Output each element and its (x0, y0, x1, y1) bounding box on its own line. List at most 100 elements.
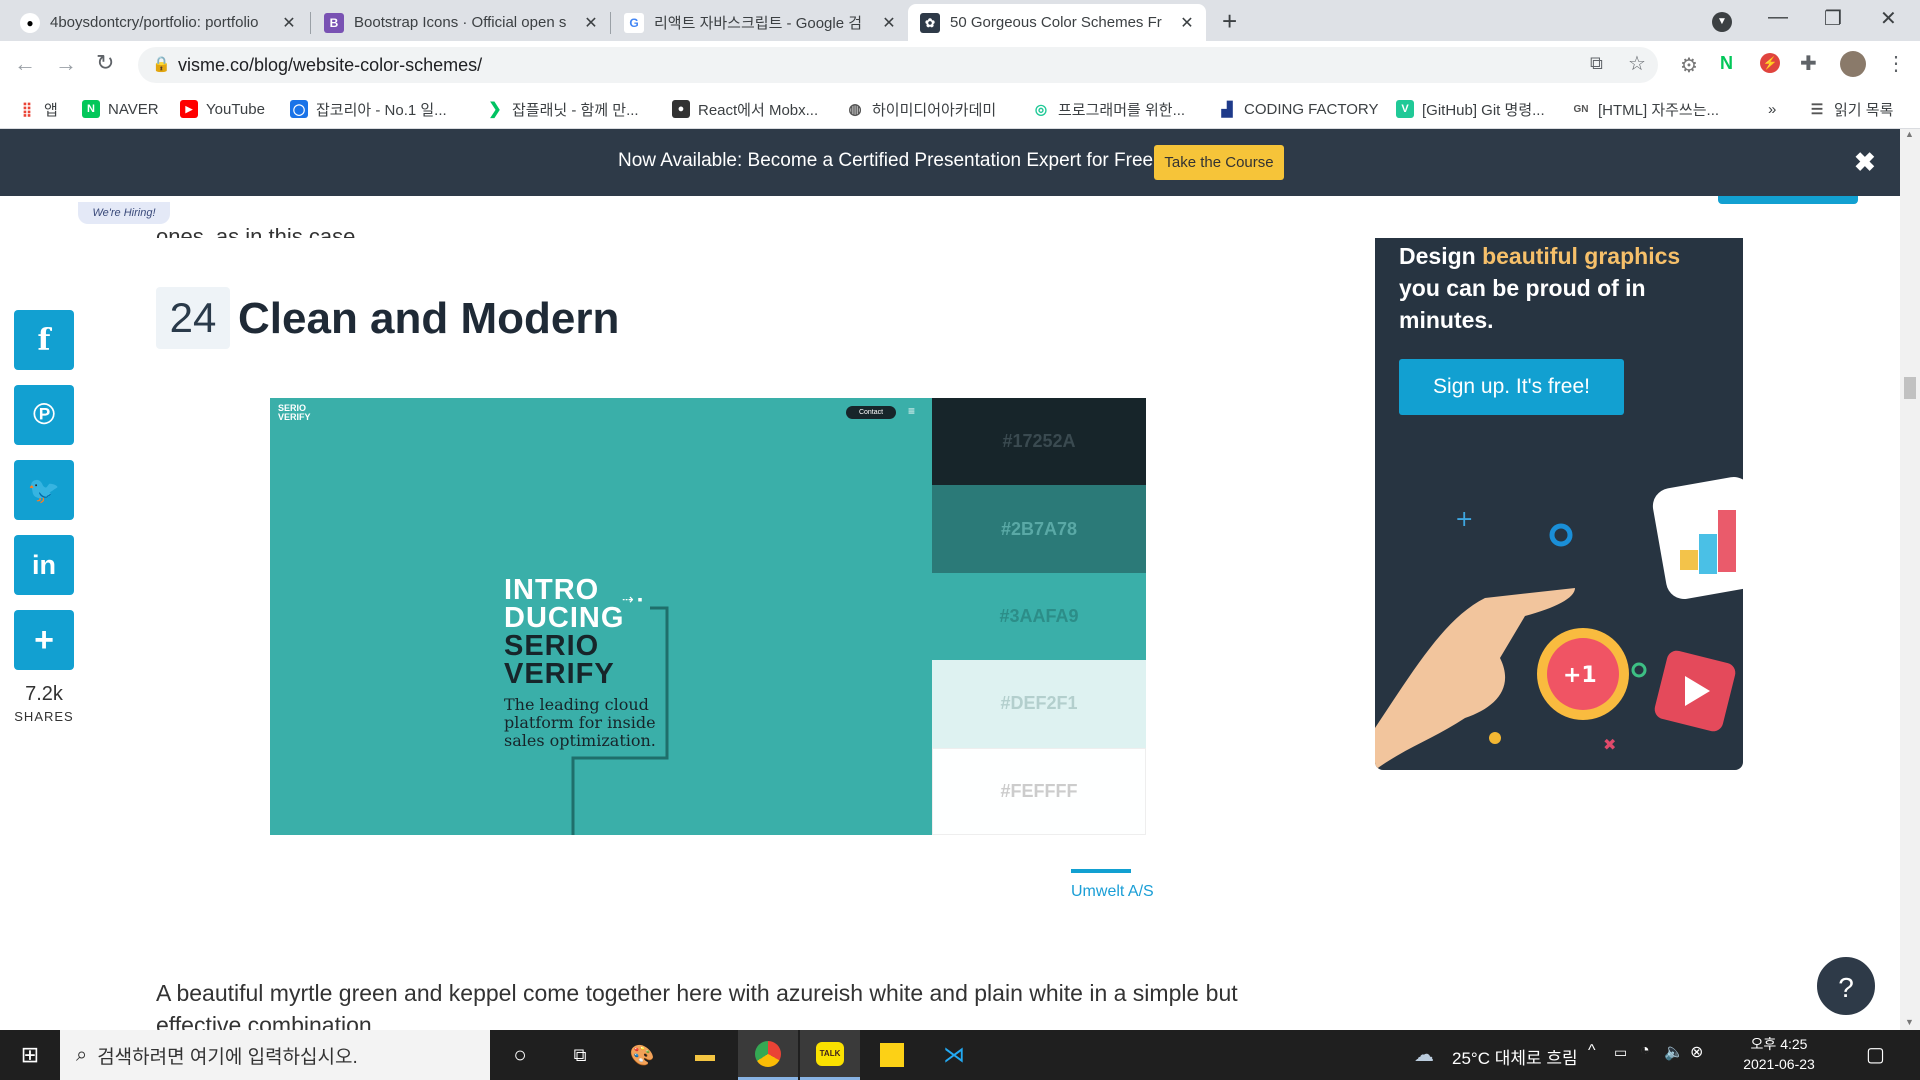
task-view-icon: ⧉ (573, 1044, 587, 1065)
bookmark-codingfactory[interactable]: ▟ CODING FACTORY (1218, 97, 1378, 121)
swatch: #DEF2F1 (932, 660, 1146, 748)
hero-image: SERIO VERIFY Contact ≡ INTRO DUCING SERI… (270, 398, 932, 835)
ad-headline-text: Design (1399, 243, 1483, 269)
share-more-button[interactable]: + (14, 610, 74, 670)
tray-chevron-icon[interactable]: ^ (1588, 1042, 1596, 1060)
bookmark-github-git[interactable]: V [GitHub] Git 명령... (1396, 97, 1545, 121)
apps-icon: ⣿ (18, 100, 36, 118)
bookmark-label: 읽기 목록 (1834, 101, 1894, 119)
bookmark-naver[interactable]: N NAVER (82, 97, 159, 121)
back-button[interactable]: ← (14, 51, 36, 77)
new-tab-button[interactable]: + (1222, 6, 1237, 37)
bookmark-jobplanet[interactable]: ❯ 잡플래닛 - 함께 만... (486, 97, 639, 121)
help-button[interactable]: ? (1815, 955, 1877, 1017)
scroll-down-icon[interactable]: ▼ (1905, 1017, 1914, 1027)
bookmark-programmers[interactable]: ◎ 프로그래머를 위한... (1032, 97, 1185, 121)
svg-text:+1: +1 (1563, 663, 1597, 688)
close-icon[interactable]: ✕ (880, 13, 898, 33)
section-title: Clean and Modern (238, 294, 620, 343)
tab-visme[interactable]: ✿ 50 Gorgeous Color Schemes Fr ✕ (908, 4, 1206, 41)
start-button[interactable]: ⊞ (0, 1030, 60, 1080)
menu-icon[interactable]: ⋮ (1886, 51, 1906, 76)
naver-ext-icon[interactable]: N (1720, 53, 1733, 74)
lock-icon: 🔒 (152, 56, 171, 73)
file-explorer-icon: ▬ (695, 1043, 715, 1066)
clock-date[interactable]: 2021-06-23 (1724, 1056, 1834, 1072)
swatch: #17252A (932, 398, 1146, 486)
swatch-hex: #FEFFFF (1000, 780, 1078, 801)
tab-separator (610, 12, 611, 34)
forward-button[interactable]: → (55, 51, 77, 77)
extension-icon[interactable]: ⚙ (1680, 53, 1698, 78)
bookmark-label: 잡코리아 - No.1 일... (316, 101, 447, 119)
share-facebook-button[interactable]: f (14, 310, 74, 370)
taskbar-app[interactable] (862, 1030, 922, 1080)
bookmark-youtube[interactable]: ▶ YouTube (180, 97, 265, 121)
weather-text[interactable]: 25°C 대체로 흐림 (1452, 1044, 1578, 1069)
sticky-notes-icon (880, 1043, 904, 1067)
window-close-button[interactable]: ✕ (1880, 6, 1897, 31)
task-view-button[interactable]: ⧉ (550, 1030, 610, 1080)
bookmark-label: CODING FACTORY (1244, 100, 1379, 118)
bookmark-html[interactable]: GN [HTML] 자주쓰는... (1572, 97, 1719, 121)
reading-list[interactable]: ☰ 읽기 목록 (1808, 97, 1893, 121)
image-credit-link[interactable]: Umwelt A/S (1071, 883, 1154, 901)
bookmark-label: 잡플래닛 - 함께 만... (512, 101, 639, 119)
ext-red-icon[interactable]: ⚡ (1760, 53, 1780, 73)
share-linkedin-button[interactable]: in (14, 535, 74, 595)
battery-icon[interactable]: ▭ (1614, 1044, 1627, 1061)
hiring-tab[interactable]: We're Hiring! (78, 202, 170, 224)
reload-button[interactable]: ↻ (96, 50, 114, 76)
banner-text: Now Available: Become a Certified Presen… (618, 150, 1154, 171)
close-icon[interactable]: ✕ (280, 13, 298, 33)
avatar[interactable] (1840, 51, 1866, 77)
svg-text:+: + (1455, 507, 1473, 532)
bookmark-star-icon[interactable]: ☆ (1628, 51, 1646, 76)
tab-search-icon[interactable]: ▼ (1712, 12, 1732, 32)
taskbar-search-box[interactable]: ⌕ 검색하려면 여기에 입력하십시오. (60, 1030, 490, 1080)
tab-title: 리액트 자바스크립트 - Google 검 (654, 15, 863, 32)
tab-github[interactable]: ● 4boysdontcry/portfolio: portfolio ✕ (8, 4, 308, 41)
clock-time[interactable]: 오후 4:25 (1724, 1034, 1834, 1054)
youtube-icon: ▶ (180, 100, 198, 118)
taskbar-app-chrome[interactable] (738, 1030, 798, 1080)
signup-button[interactable]: Sign up. It's free! (1399, 359, 1624, 415)
cortana-button[interactable]: ○ (490, 1030, 550, 1080)
facebook-icon: f (37, 322, 51, 358)
restore-button[interactable]: ❐ (1824, 6, 1842, 31)
taskbar-app[interactable]: ⋊ (924, 1030, 984, 1080)
close-icon[interactable]: ✕ (582, 13, 600, 33)
taskbar-app[interactable]: 🎨 (612, 1030, 672, 1080)
bookmark-apps[interactable]: ⣿ 앱 (18, 97, 58, 121)
take-course-button[interactable]: Take the Course (1154, 145, 1284, 180)
minimize-button[interactable]: — (1768, 6, 1788, 29)
tab-bootstrap[interactable]: B Bootstrap Icons · Official open s ✕ (312, 4, 610, 41)
bookmark-himedia[interactable]: ◍ 하이미디어아카데미 (846, 97, 996, 121)
close-icon[interactable]: ✖ (1854, 147, 1876, 178)
translate-icon[interactable]: ⧉ (1590, 53, 1603, 74)
bookmark-jobkorea[interactable]: ◯ 잡코리아 - No.1 일... (290, 97, 447, 121)
page-viewport: ones, as in this case. Now Available: Be… (0, 129, 1900, 1030)
tab-google[interactable]: G 리액트 자바스크립트 - Google 검 ✕ (612, 4, 908, 41)
announcement-banner: Now Available: Become a Certified Presen… (0, 129, 1900, 196)
scroll-up-icon[interactable]: ▲ (1905, 129, 1914, 139)
taskbar-app-kakaotalk[interactable]: TALK (800, 1030, 860, 1080)
cortana-icon: ○ (513, 1042, 527, 1067)
puzzle-icon[interactable]: ✚ (1800, 51, 1817, 76)
taskbar-app[interactable]: ▬ (675, 1030, 735, 1080)
no-network-icon[interactable]: ⊗ (1690, 1042, 1703, 1062)
ad-headline: Design beautiful graphics you can be pro… (1399, 240, 1719, 336)
sidebar-ad: Design beautiful graphics you can be pro… (1375, 238, 1743, 770)
paint-icon: 🎨 (629, 1044, 655, 1067)
share-pinterest-button[interactable]: ℗ (14, 385, 74, 445)
scrollbar[interactable]: ▲ ▼ (1900, 129, 1920, 1030)
notification-icon[interactable]: ▢ (1866, 1042, 1885, 1067)
close-icon[interactable]: ✕ (1178, 13, 1196, 33)
volume-icon[interactable]: 🔈 (1664, 1042, 1684, 1062)
bookmarks-overflow[interactable]: » (1768, 97, 1776, 121)
share-twitter-button[interactable]: 🐦 (14, 460, 74, 520)
address-bar[interactable]: 🔒 visme.co/blog/website-color-schemes/ ⧉… (138, 47, 1658, 83)
wifi-icon[interactable]: ◔ (1640, 1042, 1650, 1060)
bookmark-mobx[interactable]: ● React에서 Mobx... (672, 97, 818, 121)
scrollbar-thumb[interactable] (1904, 377, 1916, 399)
